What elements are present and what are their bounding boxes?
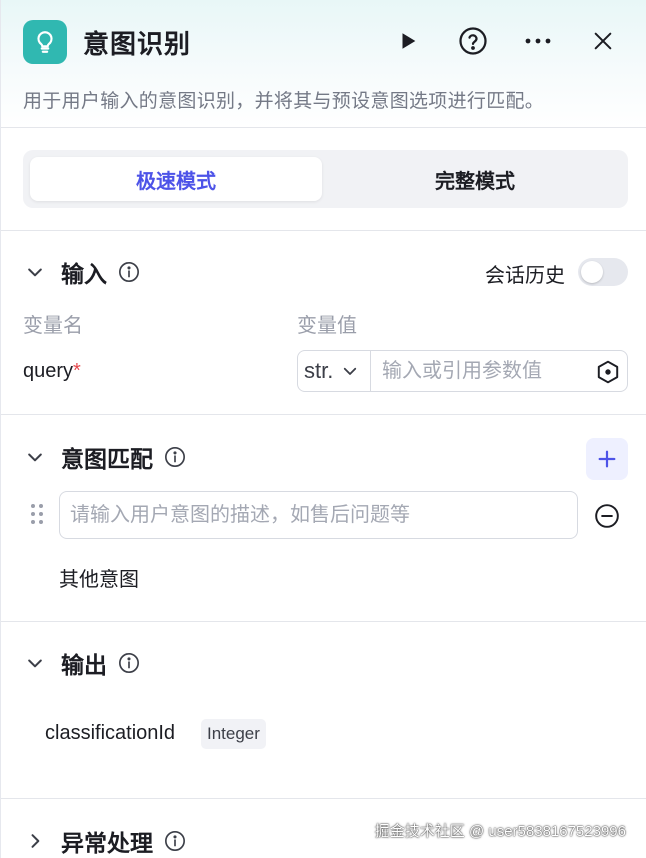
other-intent-label: 其他意图 [59, 569, 139, 591]
variable-value-input[interactable] [372, 351, 582, 391]
node-config-panel: 意图识别 用于用户输入的意图识别，并将其与预设意图选项进行匹配。 极速模式 完整… [0, 0, 646, 858]
section-divider [1, 798, 646, 799]
play-icon [402, 33, 416, 49]
remove-intent-button[interactable] [593, 502, 621, 530]
intent-section-header: 意图匹配 [23, 440, 187, 474]
section-divider [1, 414, 646, 415]
intent-section-title: 意图匹配 [61, 446, 153, 472]
minus-circle-icon [595, 504, 619, 528]
error-section-title: 异常处理 [61, 830, 153, 856]
node-title: 意图识别 [83, 29, 192, 59]
add-intent-button[interactable] [586, 438, 628, 480]
help-button[interactable] [456, 24, 490, 58]
type-select[interactable]: str. [298, 351, 371, 391]
input-section-title: 输入 [61, 261, 107, 287]
output-field-name: classificationId [45, 722, 176, 744]
more-button[interactable] [521, 24, 555, 58]
help-icon [459, 27, 487, 55]
chevron-down-icon[interactable] [23, 260, 47, 284]
intent-description-input[interactable] [59, 491, 578, 539]
reference-variable-button[interactable] [595, 359, 621, 385]
info-icon[interactable] [117, 260, 141, 284]
info-icon[interactable] [163, 829, 187, 853]
output-type-badge: Integer [201, 719, 266, 749]
info-icon[interactable] [163, 445, 187, 469]
variable-name-text: query [23, 360, 74, 382]
node-description: 用于用户输入的意图识别，并将其与预设意图选项进行匹配。 [23, 91, 545, 112]
chevron-right-icon[interactable] [23, 829, 47, 853]
watermark: 掘金技术社区 @ user5838167523996 [374, 823, 626, 840]
output-section-header: 输出 [23, 646, 141, 680]
chevron-down-icon[interactable] [23, 651, 47, 675]
variable-name: query* [23, 360, 81, 383]
toggle-knob [581, 261, 603, 283]
panel-header: 意图识别 用于用户输入的意图识别，并将其与预设意图选项进行匹配。 [1, 0, 646, 128]
variable-name-header: 变量名 [23, 315, 83, 337]
tab-fast-mode[interactable]: 极速模式 [30, 157, 322, 201]
close-button[interactable] [586, 24, 620, 58]
plus-icon [598, 450, 616, 468]
more-horizontal-icon [525, 38, 551, 44]
drag-handle-icon[interactable] [30, 502, 44, 526]
variable-value-field: str. [297, 350, 628, 392]
chat-history-toggle[interactable] [578, 258, 628, 286]
section-divider [1, 621, 646, 622]
error-section-header: 异常处理 [23, 824, 187, 858]
chevron-down-icon [344, 367, 357, 375]
chevron-down-icon[interactable] [23, 445, 47, 469]
close-icon [594, 32, 612, 50]
chat-history-label: 会话历史 [485, 265, 565, 287]
mode-switch: 极速模式 完整模式 [23, 150, 628, 208]
output-section-title: 输出 [61, 652, 107, 678]
section-divider [1, 230, 646, 231]
required-mark: * [73, 360, 81, 382]
info-icon[interactable] [117, 651, 141, 675]
tab-full-mode[interactable]: 完整模式 [329, 157, 621, 201]
variable-reference-icon [597, 360, 619, 384]
lightbulb-icon [23, 20, 67, 64]
run-button[interactable] [391, 24, 425, 58]
input-section-header: 输入 [23, 255, 141, 289]
type-select-value: str. [304, 358, 334, 383]
variable-value-header: 变量值 [297, 315, 357, 337]
